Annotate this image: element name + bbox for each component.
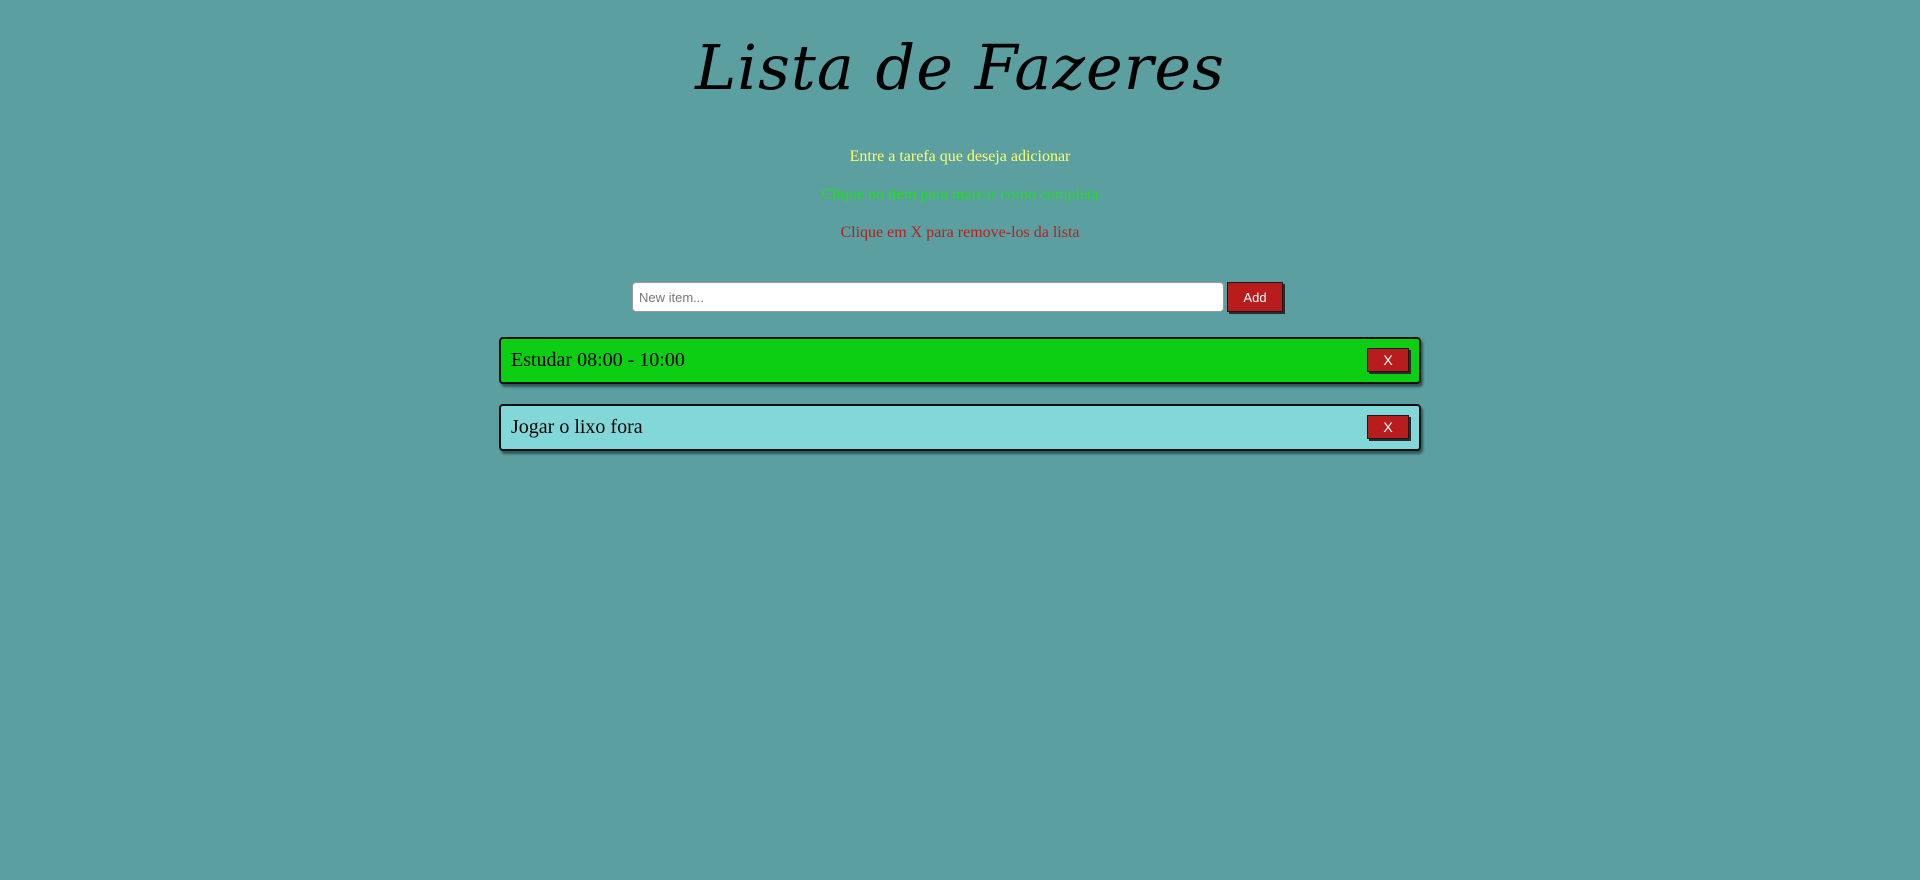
- page-title: Lista de Fazeres: [695, 31, 1225, 104]
- remove-instruction: Clique em X para remove-los da lista: [840, 224, 1080, 241]
- add-item-form: Add: [632, 282, 1283, 312]
- add-instruction: Entre a tarefa que deseja adicionar: [849, 148, 1071, 165]
- remove-item-button[interactable]: X: [1367, 415, 1409, 439]
- add-button[interactable]: Add: [1227, 282, 1283, 312]
- complete-instruction: Clique no item para marcar como completa: [821, 186, 1099, 203]
- todo-item-text: Jogar o lixo fora: [511, 416, 643, 438]
- todo-item-text: Estudar 08:00 - 10:00: [511, 349, 685, 371]
- remove-item-button[interactable]: X: [1367, 348, 1409, 372]
- todo-item-pending[interactable]: Jogar o lixo fora X: [499, 404, 1421, 451]
- todo-item-completed[interactable]: Estudar 08:00 - 10:00 X: [499, 337, 1421, 384]
- todo-list: Estudar 08:00 - 10:00 X Jogar o lixo for…: [499, 337, 1421, 471]
- new-item-input[interactable]: [632, 282, 1224, 312]
